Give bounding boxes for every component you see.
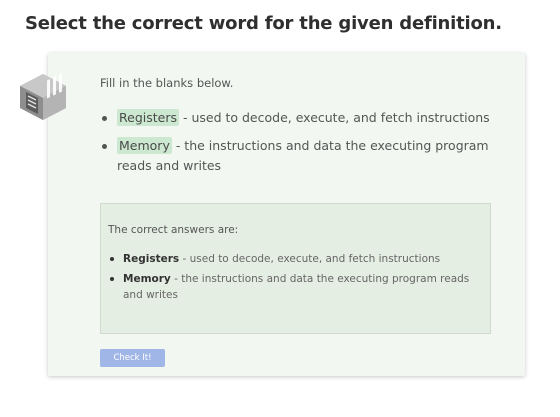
fill-in-list: Registers - used to decode, execute, and… bbox=[100, 108, 495, 184]
definition-text: - the instructions and data the executin… bbox=[117, 138, 489, 173]
blank-answer[interactable]: Memory bbox=[117, 137, 172, 154]
bullet-icon bbox=[110, 257, 114, 261]
answers-title: The correct answers are: bbox=[108, 224, 239, 236]
bullet-icon bbox=[102, 144, 107, 149]
check-it-button[interactable]: Check It! bbox=[100, 349, 165, 367]
page-title: Select the correct word for the given de… bbox=[25, 13, 502, 34]
list-item: Memory - the instructions and data the e… bbox=[108, 271, 480, 303]
answer-definition: - used to decode, execute, and fetch ins… bbox=[179, 253, 441, 265]
bullet-icon bbox=[110, 277, 114, 281]
bullet-icon bbox=[102, 116, 107, 121]
instructions-text: Fill in the blanks below. bbox=[100, 76, 234, 90]
answer-definition: - the instructions and data the executin… bbox=[123, 273, 470, 301]
list-item: Registers - used to decode, execute, and… bbox=[108, 251, 480, 267]
answer-term: Registers bbox=[123, 253, 180, 265]
correct-answers-box: The correct answers are: Registers - use… bbox=[100, 203, 491, 334]
server-rack-logo-icon bbox=[18, 72, 68, 122]
definition-text: - used to decode, execute, and fetch ins… bbox=[178, 110, 490, 125]
list-item: Memory - the instructions and data the e… bbox=[100, 136, 495, 176]
answers-list: Registers - used to decode, execute, and… bbox=[108, 251, 480, 307]
list-item: Registers - used to decode, execute, and… bbox=[100, 108, 495, 128]
blank-answer[interactable]: Registers bbox=[117, 109, 179, 126]
answer-term: Memory bbox=[123, 273, 171, 285]
